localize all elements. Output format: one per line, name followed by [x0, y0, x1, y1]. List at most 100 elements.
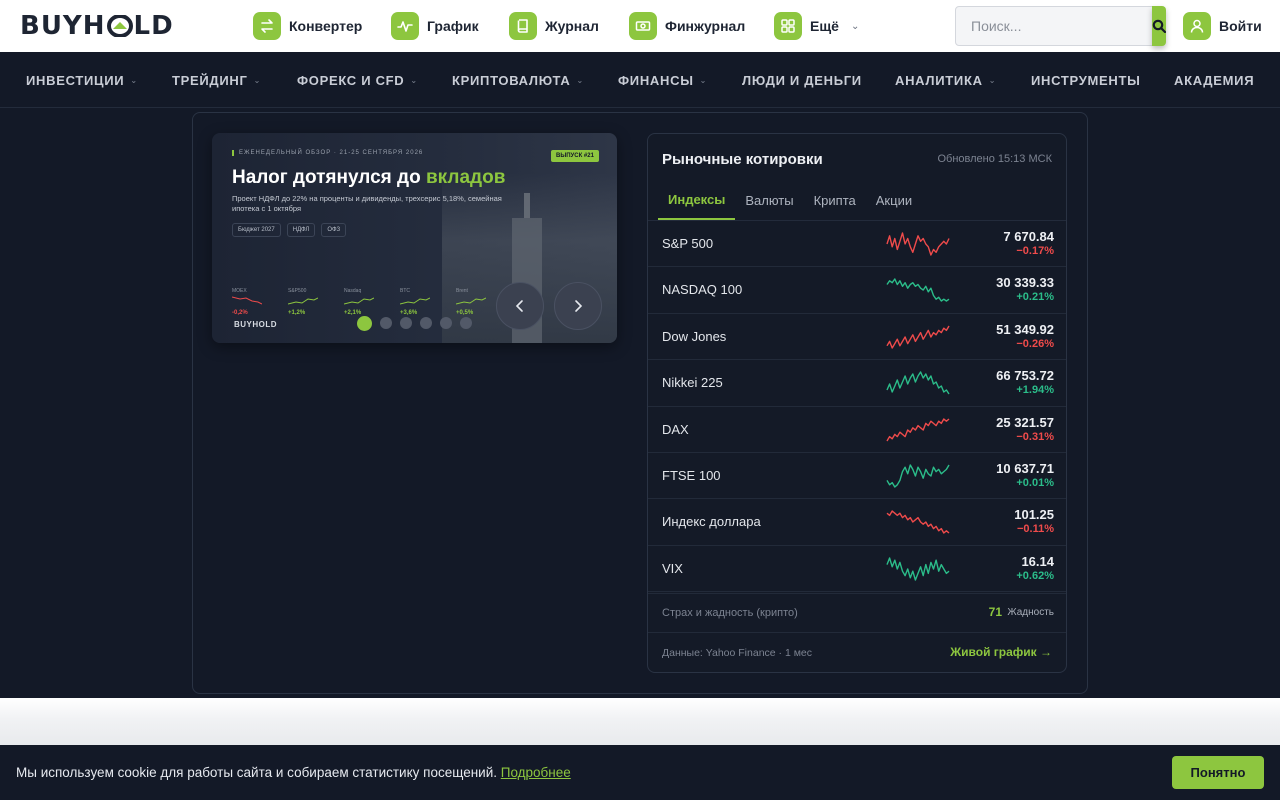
quote-name: Nikkei 225 [662, 375, 723, 391]
logo-house-icon [106, 14, 133, 38]
banner-title-accent: вкладов [425, 167, 506, 188]
quote-name: DAX [662, 421, 689, 437]
quote-row[interactable]: VIX 16.14 +0.62% [648, 546, 1066, 593]
nav-tools[interactable]: ИНСТРУМЕНТЫ [1031, 52, 1141, 108]
banner-mini-change: -0,2% [232, 310, 248, 316]
tab-indices[interactable]: Индексы [658, 180, 736, 220]
nav-label: ФОРЕКС И CFD [297, 72, 405, 88]
nav-finance[interactable]: ФИНАНСЫ ⌄ [618, 52, 707, 108]
nav-investments[interactable]: ИНВЕСТИЦИИ ⌄ [26, 52, 138, 108]
carousel-dot[interactable] [440, 317, 452, 329]
tab-currencies[interactable]: Валюты [735, 180, 803, 220]
quote-change: +0.21% [1016, 291, 1054, 304]
nav-label: ТРЕЙДИНГ [172, 72, 248, 88]
quote-name: Индекс доллара [662, 514, 761, 530]
nav-label: ЛЮДИ И ДЕНЬГИ [742, 72, 862, 88]
quote-row[interactable]: S&P 500 7 670.84 −0.17% [648, 221, 1066, 268]
nav-label: АКАДЕМИЯ [1174, 72, 1255, 88]
cookie-accept-button[interactable]: Понятно [1172, 756, 1264, 789]
quote-row[interactable]: DAX 25 321.57 −0.31% [648, 407, 1066, 453]
quote-row[interactable]: Индекс доллара 101.25 −0.11% [648, 499, 1066, 546]
carousel-dot[interactable] [357, 315, 372, 331]
chevron-down-icon: ⌄ [988, 75, 997, 85]
banner-logo: BUYHOLD [234, 320, 278, 329]
nav-academy[interactable]: АКАДЕМИЯ [1174, 52, 1254, 108]
quote-value: 10 637.71 [996, 460, 1054, 476]
quote-sparkline [886, 557, 950, 581]
quote-sparkline [886, 464, 950, 488]
brand-logo[interactable]: BUYH LD [20, 11, 174, 41]
carousel-dot[interactable] [460, 317, 472, 329]
quote-value: 101.25 [1014, 507, 1054, 523]
nav-analytics[interactable]: АНАЛИТИКА ⌄ [895, 52, 996, 108]
login-button[interactable]: Войти [1183, 12, 1262, 40]
quote-sparkline [886, 371, 950, 395]
quote-change: −0.11% [1016, 523, 1054, 536]
carousel-prev-button[interactable] [496, 282, 544, 330]
banner-mini-line [455, 297, 487, 305]
nav-forex[interactable]: ФОРЕКС И CFD ⌄ [297, 52, 418, 108]
quote-row[interactable]: Dow Jones 51 349.92 −0.26% [648, 314, 1066, 361]
carousel-dot[interactable] [420, 317, 432, 329]
quote-change: +1.94% [1016, 384, 1054, 397]
quote-sparkline [886, 510, 950, 535]
cookie-more-link[interactable]: Подробнее [501, 765, 571, 780]
fear-greed-value: 71 [988, 605, 1002, 619]
banner-mini-chart: MOEX -0,2% [231, 288, 274, 316]
quote-value: 30 339.33 [996, 275, 1054, 291]
fear-greed-label: Страх и жадность (крипто) [662, 607, 798, 619]
banner-title: Налог дотянулся до вкладов [232, 167, 505, 189]
cookie-banner: Мы используем cookie для работы сайта и … [0, 745, 1280, 800]
nav-trading[interactable]: ТРЕЙДИНГ ⌄ [172, 52, 261, 108]
search-icon [1152, 19, 1166, 33]
topnav-chart[interactable]: График [391, 12, 479, 40]
tab-stocks[interactable]: Акции [866, 180, 922, 220]
banner-mini-change: +1,2% [288, 310, 306, 316]
carousel-dots [357, 315, 472, 331]
quote-row[interactable]: NASDAQ 100 30 339.33 +0.21% [648, 267, 1066, 314]
topnav-more[interactable]: Ещё ⌄ [774, 12, 859, 40]
quote-change: −0.31% [1016, 430, 1054, 443]
quote-row[interactable]: FTSE 100 10 637.71 +0.01% [648, 453, 1066, 500]
nav-people-money[interactable]: ЛЮДИ И ДЕНЬГИ [742, 52, 862, 108]
topnav-journal[interactable]: Журнал [509, 12, 599, 40]
quote-change: +0.62% [1016, 569, 1054, 582]
nav-crypto[interactable]: КРИПТОВАЛЮТА ⌄ [452, 52, 584, 108]
topnav-label: Журнал [545, 18, 599, 34]
banner-issue-badge: ВЫПУСК #21 [551, 150, 599, 162]
quote-value: 7 670.84 [1003, 229, 1054, 244]
quote-change: −0.17% [1016, 245, 1054, 257]
quote-name: NASDAQ 100 [662, 282, 743, 298]
tab-crypto[interactable]: Крипта [804, 180, 866, 220]
topnav-label: Ещё [810, 18, 839, 34]
quotes-tabs: Индексы Валюты Крипта Акции [658, 180, 922, 220]
topnav-finjournal[interactable]: Финжурнал [629, 12, 745, 40]
quote-name: Dow Jones [662, 328, 727, 344]
banner-mini-charts: MOEX -0,2% S&P500 +1,2% Nasdaq +2,1% BTC +3,6% B… [231, 288, 498, 316]
banner-title-main: Налог дотянулся до [232, 167, 426, 188]
top-bar: BUYH LD Конвертер График Журнал Финжурна… [0, 0, 1280, 52]
banner-chip: НДФЛ [286, 223, 316, 237]
nav-label: ФИНАНСЫ [618, 72, 694, 88]
quote-change: +0.01% [1016, 476, 1054, 489]
chevron-down-icon: ⌄ [410, 75, 418, 85]
nav-label: АНАЛИТИКА [895, 72, 983, 88]
banner-tag: ЕЖЕНЕДЕЛЬНЫЙ ОБЗОР · 21-25 СЕНТЯБРЯ 2026 [232, 150, 423, 156]
quote-row[interactable]: Nikkei 225 66 753.72 +1.94% [648, 360, 1066, 407]
carousel-dot[interactable] [400, 317, 412, 329]
topnav-converter[interactable]: Конвертер [253, 12, 362, 40]
search-input[interactable] [956, 7, 1152, 45]
carousel-dot[interactable] [380, 317, 392, 329]
swap-arrows-icon [253, 12, 281, 40]
carousel-next-button[interactable] [554, 282, 602, 330]
quote-value: 16.14 [1021, 553, 1054, 569]
quote-name: S&P 500 [662, 236, 714, 251]
quotes-title: Рыночные котировки [662, 151, 823, 168]
chevron-down-icon: ⌄ [253, 75, 261, 85]
chevron-down-icon: ⌄ [850, 20, 860, 32]
chevron-down-icon: ⌄ [699, 75, 708, 85]
search-button[interactable] [1152, 6, 1166, 46]
live-chart-link[interactable]: Живой график → [950, 645, 1052, 659]
page-lower-section [0, 698, 1280, 745]
quote-sparkline [886, 278, 950, 303]
